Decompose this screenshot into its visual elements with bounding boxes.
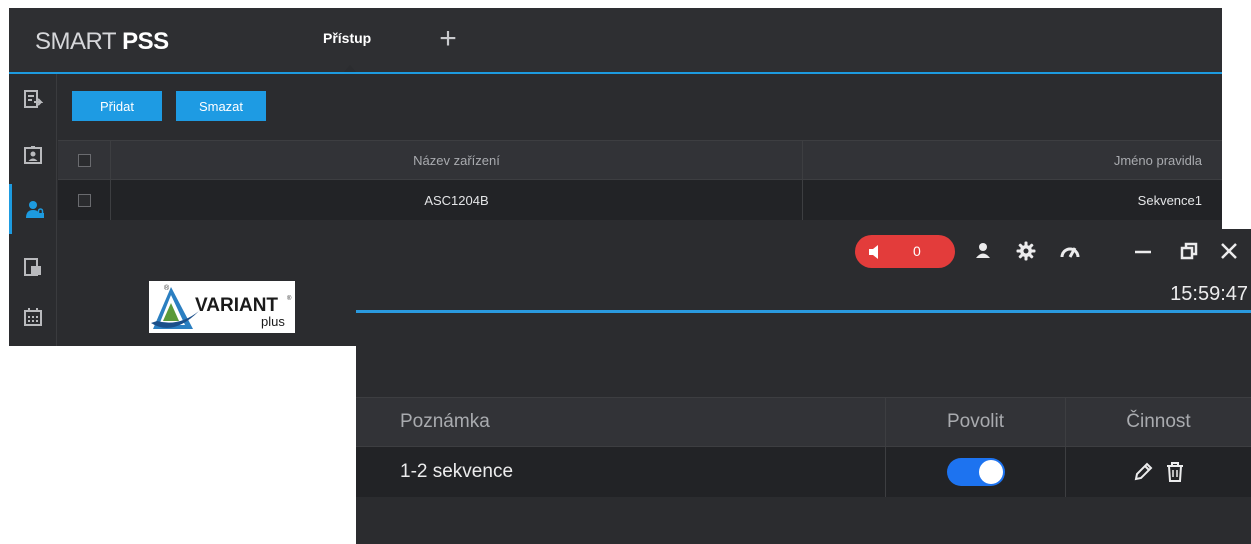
settings-button[interactable]: [1015, 240, 1037, 262]
device-table-header: Název zařízení Jméno pravidla: [58, 140, 1222, 180]
brand-pss: PSS: [122, 28, 169, 55]
logo-registered-mark: ®: [287, 295, 292, 302]
tab-access[interactable]: Přístup: [323, 30, 371, 46]
delete-rule-button[interactable]: [1162, 459, 1188, 485]
restore-button[interactable]: [1178, 240, 1200, 262]
id-card-icon: [24, 146, 42, 164]
select-all-checkbox[interactable]: [77, 153, 91, 167]
document-icon: [24, 258, 41, 276]
add-tab-button[interactable]: +: [431, 22, 465, 56]
clock: 15:59:47: [1170, 283, 1248, 305]
sidebar: [9, 74, 57, 346]
row-checkbox[interactable]: [77, 193, 91, 207]
add-button[interactable]: Přidat: [72, 91, 162, 121]
table-row[interactable]: ASC1204B Sekvence1: [58, 180, 1222, 220]
sidebar-item-user-lock[interactable]: [9, 184, 57, 234]
sidebar-item-document[interactable]: [9, 242, 57, 292]
toggle-knob: [978, 460, 1003, 484]
speedometer-icon: [1060, 247, 1080, 258]
table-row[interactable]: 1-2 sekvence: [356, 447, 1251, 497]
column-rule-name[interactable]: Jméno pravidla: [803, 141, 1222, 179]
logo-text-sub: plus: [261, 314, 285, 329]
minimize-button[interactable]: [1132, 240, 1154, 262]
note-cell: 1-2 sekvence: [356, 447, 886, 497]
device-name-cell: ASC1204B: [111, 180, 803, 220]
variant-plus-logo: ® VARIANT ® plus: [149, 281, 295, 333]
column-enable[interactable]: Povolit: [886, 398, 1066, 446]
app-brand: SMART PSS: [35, 28, 169, 56]
enable-toggle[interactable]: [946, 458, 1005, 486]
brand-smart: SMART: [35, 28, 117, 55]
select-all-cell: [58, 141, 111, 179]
logo-text-main: VARIANT: [195, 295, 278, 316]
restore-icon: [1180, 242, 1198, 260]
top-bar: SMART PSS Přístup +: [9, 8, 1222, 73]
column-action: Činnost: [1126, 411, 1191, 432]
active-tab-indicator: [344, 65, 356, 72]
enable-cell: [886, 447, 1066, 497]
calendar-icon: [24, 308, 42, 326]
speaker-icon: [869, 245, 878, 259]
column-note[interactable]: Poznámka: [356, 398, 886, 446]
svg-text:®: ®: [164, 284, 170, 292]
alarm-count: 0: [913, 243, 921, 259]
alarm-badge[interactable]: 0: [855, 235, 955, 268]
action-cell: [1066, 447, 1251, 497]
header-divider: [356, 310, 1251, 313]
row-select-cell: [58, 180, 111, 220]
edit-button[interactable]: [1130, 459, 1156, 485]
rule-table-header: Poznámka Povolit Činnost: [356, 397, 1251, 447]
trash-icon: [1166, 462, 1183, 482]
sidebar-item-calendar[interactable]: [9, 292, 57, 342]
rules-window: 0 15:59:47 Poznámka Povolit Činnost 1-2 …: [356, 229, 1251, 544]
sidebar-item-device-report[interactable]: [9, 74, 57, 124]
delete-button[interactable]: Smazat: [176, 91, 266, 121]
rule-name-cell: Sekvence1: [1137, 192, 1202, 208]
device-report-icon: [24, 90, 43, 108]
performance-button[interactable]: [1059, 240, 1081, 262]
sidebar-item-id-card[interactable]: [9, 130, 57, 180]
close-icon: [1221, 243, 1237, 259]
gear-icon: [1016, 241, 1036, 261]
close-button[interactable]: [1218, 240, 1240, 262]
minimize-icon: [1135, 250, 1151, 254]
variant-plus-logo-mark: ® VARIANT ® plus: [151, 284, 292, 329]
user-lock-icon: [25, 201, 44, 218]
pencil-icon: [1134, 462, 1152, 481]
column-device-name[interactable]: Název zařízení: [111, 141, 803, 179]
user-button[interactable]: [972, 240, 994, 262]
user-icon: [976, 243, 990, 258]
